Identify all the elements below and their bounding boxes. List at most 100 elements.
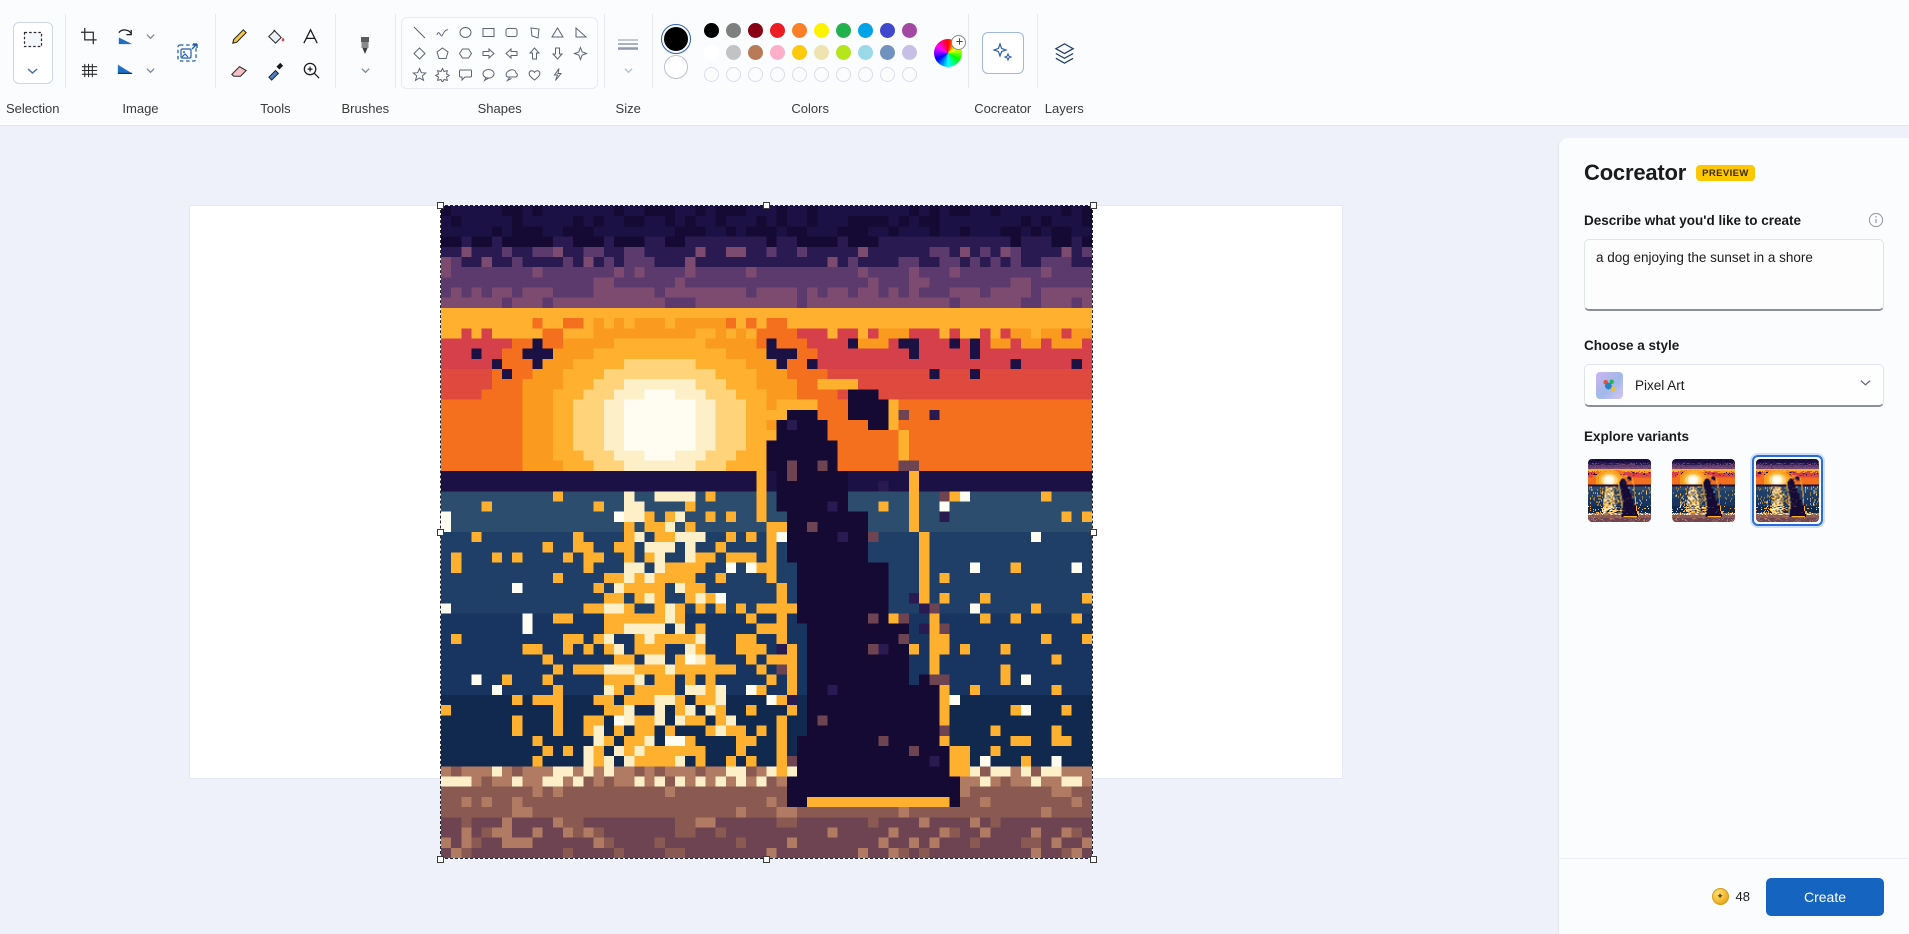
shape-rectangle[interactable] (477, 22, 499, 42)
color-swatch-r1-3[interactable] (770, 23, 786, 38)
shape-rounded-rectangle[interactable] (500, 22, 522, 42)
rectangular-selection-icon (22, 29, 44, 56)
shape-five-point-star[interactable] (408, 64, 430, 84)
primary-color-swatch[interactable] (661, 24, 692, 54)
variant-thumbnail-1[interactable] (1584, 455, 1655, 526)
selection-handle-middle-right[interactable] (1090, 529, 1097, 536)
secondary-color-swatch[interactable] (664, 55, 689, 79)
color-swatch-r3-2[interactable] (748, 67, 764, 82)
color-swatch-r3-6[interactable] (836, 67, 852, 82)
flip-chevron-down-icon[interactable] (143, 55, 157, 85)
info-icon[interactable] (1868, 212, 1884, 228)
color-swatch-r3-8[interactable] (880, 67, 896, 82)
selection-handle-top-center[interactable] (763, 202, 770, 209)
rotate-icon[interactable] (107, 19, 143, 53)
shape-right-arrow[interactable] (477, 43, 499, 63)
text-icon[interactable] (293, 19, 329, 53)
shape-hexagon[interactable] (454, 43, 476, 63)
color-swatch-r2-5[interactable] (814, 45, 830, 60)
shape-down-arrow[interactable] (546, 43, 568, 63)
ribbon-group-cocreator: Cocreator (968, 0, 1037, 126)
prompt-label-row: Describe what you'd like to create (1584, 212, 1884, 228)
shape-six-point-star[interactable] (431, 64, 453, 84)
selection-handle-bottom-right[interactable] (1090, 856, 1097, 863)
color-swatch-r2-2[interactable] (748, 45, 764, 60)
shape-left-arrow[interactable] (500, 43, 522, 63)
color-swatch-r3-1[interactable] (726, 67, 742, 82)
shape-cloud-callout[interactable] (500, 64, 522, 84)
shape-heart[interactable] (523, 64, 545, 84)
shape-up-arrow[interactable] (523, 43, 545, 63)
color-swatch-r1-2[interactable] (748, 23, 764, 38)
variant-thumbnail-3[interactable] (1752, 455, 1823, 526)
color-swatch-r2-4[interactable] (792, 45, 808, 60)
color-swatch-r1-9[interactable] (902, 23, 918, 38)
shape-curve[interactable] (431, 22, 453, 42)
crop-icon[interactable] (71, 19, 107, 53)
color-swatch-r3-3[interactable] (770, 67, 786, 82)
color-swatch-r2-0[interactable] (704, 45, 720, 60)
color-swatch-r2-8[interactable] (880, 45, 896, 60)
color-swatch-r2-7[interactable] (858, 45, 874, 60)
fit-to-canvas-icon[interactable] (167, 32, 209, 74)
selection-handle-bottom-center[interactable] (763, 856, 770, 863)
shape-triangle[interactable] (546, 22, 568, 42)
selection-tool-button[interactable] (12, 22, 53, 84)
brush-icon[interactable] (347, 28, 383, 62)
shape-oval[interactable] (454, 22, 476, 42)
color-swatch-r3-5[interactable] (814, 67, 830, 82)
cocreator-button[interactable] (981, 32, 1024, 74)
style-dropdown[interactable]: Pixel Art (1584, 364, 1884, 407)
variant-thumbnail-2[interactable] (1668, 455, 1739, 526)
pencil-icon[interactable] (221, 19, 257, 53)
color-swatch-r1-6[interactable] (836, 23, 852, 38)
rotate-chevron-down-icon[interactable] (143, 21, 157, 51)
eraser-icon[interactable] (221, 53, 257, 87)
eyedropper-icon[interactable] (257, 53, 293, 87)
brushes-chevron-down-icon[interactable] (358, 62, 372, 78)
selection-handle-bottom-left[interactable] (437, 856, 444, 863)
selection-handle-top-left[interactable] (437, 202, 444, 209)
color-swatch-r1-1[interactable] (726, 23, 742, 38)
color-swatch-r1-0[interactable] (704, 23, 720, 38)
resize-skew-icon[interactable] (71, 53, 107, 87)
color-swatch-r3-9[interactable] (902, 67, 918, 82)
color-swatch-r3-0[interactable] (704, 67, 720, 82)
shape-oval-callout[interactable] (477, 64, 499, 84)
color-swatch-r1-5[interactable] (814, 23, 830, 38)
fill-bucket-icon[interactable] (257, 19, 293, 53)
shape-diamond[interactable] (408, 43, 430, 63)
color-swatch-r3-7[interactable] (858, 67, 874, 82)
chevron-down-icon[interactable] (27, 62, 38, 80)
shape-lightning[interactable] (546, 64, 568, 84)
size-chevron-down-icon[interactable] (621, 62, 635, 78)
color-swatch-r2-3[interactable] (770, 45, 786, 60)
shape-line[interactable] (408, 22, 430, 42)
ribbon-group-label: Layers (1044, 101, 1084, 116)
color-swatch-r1-8[interactable] (880, 23, 896, 38)
create-button[interactable]: Create (1765, 877, 1884, 916)
magnifier-icon[interactable] (293, 53, 329, 87)
cocreator-panel: Cocreator PREVIEW Describe what you'd li… (1558, 138, 1909, 934)
selection-handle-middle-left[interactable] (437, 529, 444, 536)
color-swatch-r3-4[interactable] (792, 67, 808, 82)
color-swatch-r1-7[interactable] (858, 23, 874, 38)
size-icon[interactable] (610, 28, 646, 62)
artwork-image[interactable] (441, 206, 1092, 858)
shape-four-point-star[interactable] (569, 43, 591, 63)
shape-right-triangle[interactable] (569, 22, 591, 42)
color-swatch-r2-1[interactable] (726, 45, 742, 60)
shape-pentagon[interactable] (431, 43, 453, 63)
shape-rounded-callout[interactable] (454, 64, 476, 84)
chevron-down-icon[interactable] (1859, 376, 1872, 394)
flip-icon[interactable] (107, 53, 143, 87)
selection-handle-top-right[interactable] (1090, 202, 1097, 209)
layers-icon[interactable] (1043, 32, 1085, 74)
color-swatch-r2-9[interactable] (902, 45, 918, 60)
color-swatch-r2-6[interactable] (836, 45, 852, 60)
color-swatch-r1-4[interactable] (792, 23, 808, 38)
color-wheel-icon[interactable] (934, 35, 967, 67)
panel-header: Cocreator PREVIEW (1584, 160, 1884, 186)
shape-polygon[interactable] (523, 22, 545, 42)
prompt-input[interactable] (1584, 239, 1884, 311)
